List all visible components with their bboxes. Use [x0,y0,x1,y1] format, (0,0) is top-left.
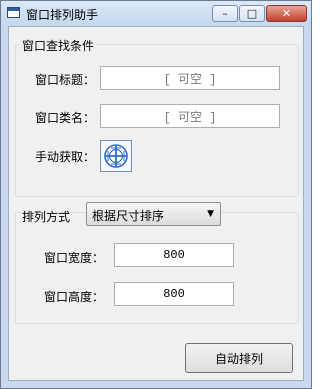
minimize-button[interactable]: – [212,5,238,22]
arrange-settings-group [15,212,299,324]
arrange-mode-label: 排列方式 [22,210,71,224]
find-conditions-title: 窗口查找条件 [20,37,97,54]
client-area: 窗口查找条件 窗口标题： [ 可空 ] 窗口类名： [ 可空 ] 手动获取： 排… [8,26,304,381]
auto-arrange-label: 自动排列 [214,351,263,366]
window-title-label: 窗口标题： [35,73,96,87]
maximize-button[interactable]: □ [239,5,265,22]
minimize-icon: – [222,7,228,20]
crosshair-target-icon [104,144,128,168]
window-class-placeholder: [ 可空 ] [163,110,217,125]
window-title-input[interactable]: [ 可空 ] [100,66,280,90]
auto-arrange-button[interactable]: 自动排列 [185,343,293,373]
window-class-input[interactable]: [ 可空 ] [100,104,280,128]
window-width-input[interactable]: 800 [114,243,234,267]
maximize-icon: □ [246,7,258,20]
window-title: 窗口排列助手 [26,8,99,22]
close-icon: ✕ [281,7,292,20]
window-width-value: 800 [163,248,185,262]
window-width-label: 窗口宽度： [44,251,105,265]
window-height-label: 窗口高度： [44,290,105,304]
title-bar[interactable]: 窗口排列助手 – □ ✕ [1,1,311,25]
window-picker-button[interactable] [100,140,132,172]
window-title-placeholder: [ 可空 ] [163,72,217,87]
close-button[interactable]: ✕ [266,5,307,22]
manual-capture-label: 手动获取： [35,150,96,164]
app-window-icon [7,7,20,18]
app-window: 窗口排列助手 – □ ✕ 窗口查找条件 窗口标题： [ 可空 ] 窗口类名： [… [0,0,312,389]
chevron-down-icon: ▼ [207,209,214,219]
arrange-mode-select[interactable]: 根据尺寸排序 ▼ [86,202,221,226]
window-height-input[interactable]: 800 [114,282,234,306]
arrange-mode-value: 根据尺寸排序 [92,209,165,223]
window-height-value: 800 [163,287,185,301]
window-class-label: 窗口类名： [35,111,96,125]
